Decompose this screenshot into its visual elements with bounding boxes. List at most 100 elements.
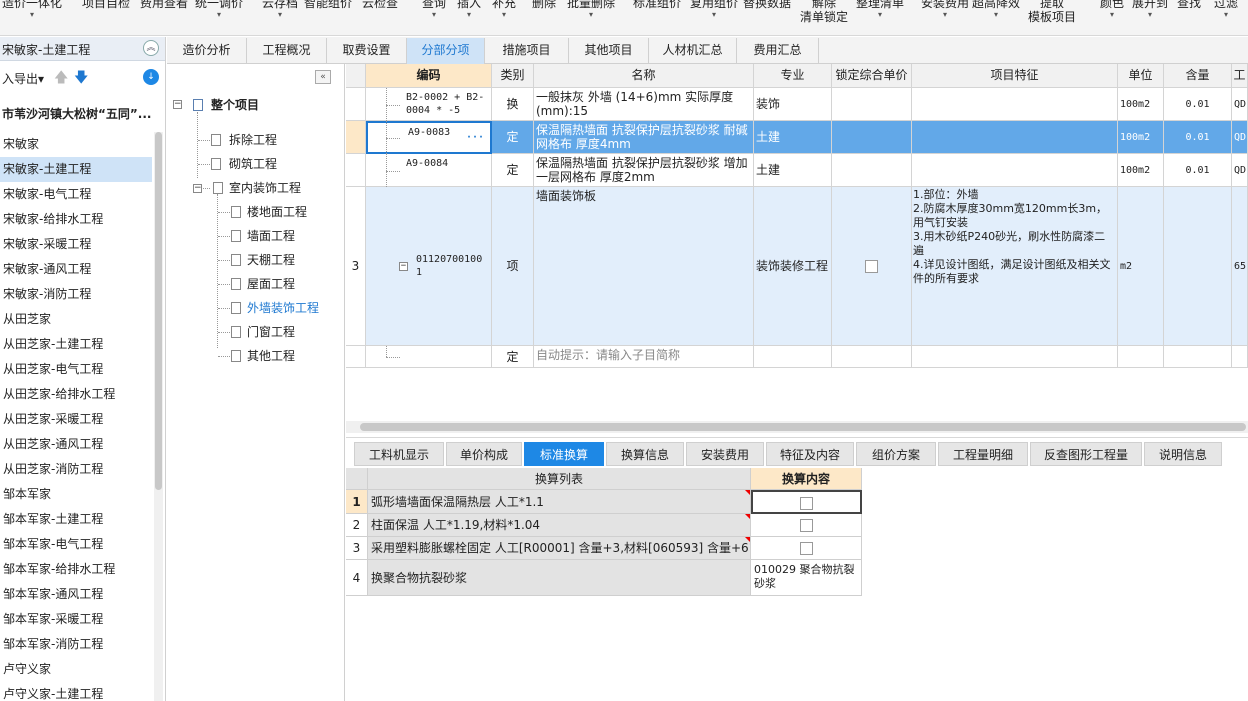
toolbar-item-3[interactable]: 统一调价 ▾ [195,0,243,20]
toolbar-item-10[interactable]: 删除 [532,0,556,10]
project-list-item[interactable]: 从田芝家-土建工程 [0,332,152,357]
tree-item[interactable]: 楼地面工程 [247,202,307,222]
grid-cell-feature[interactable] [912,154,1118,187]
conversion-content[interactable] [751,514,862,537]
tree-item[interactable]: 室内装饰工程 [229,178,301,198]
scrollbar-thumb[interactable] [155,132,162,490]
table-header-content[interactable]: 换算内容 [751,468,862,490]
grid-cell-code[interactable]: A9-0083 ··· [366,121,492,154]
project-list-item[interactable]: 邹本军家-采暖工程 [0,607,152,632]
project-list-scrollbar[interactable] [154,132,163,701]
tab-4[interactable]: 措施项目 [485,38,569,64]
collapse-toggle-icon[interactable]: − [193,184,202,193]
grid-cell-unit[interactable]: m2 [1118,187,1164,346]
grid-cell-name[interactable]: 保温隔热墙面 抗裂保护层抗裂砂浆 耐碱网格布 厚度4mm [534,121,754,154]
tab-2[interactable]: 取费设置 [327,38,407,64]
detail-tab-4[interactable]: 安装费用 [686,442,764,466]
toolbar-item-16[interactable]: 整理清单 ▾ [856,0,904,20]
project-list-item[interactable]: 从田芝家-电气工程 [0,357,152,382]
toolbar-item-13[interactable]: 复用组价 ▾ [690,0,738,20]
grid-cell-lock[interactable] [832,346,912,368]
grid-cell-code[interactable]: −011207001001🔒 [366,187,492,346]
grid-cell-unit[interactable]: 100m2 [1118,88,1164,121]
grid-header-3[interactable]: 专业 [754,64,832,88]
conversion-content[interactable]: 010029 聚合物抗裂砂浆 [751,560,862,596]
toolbar-item-1[interactable]: 项目自检 [82,0,130,10]
grid-cell-extra[interactable] [1232,346,1248,368]
conversion-item[interactable]: 柱面保温 人工*1.19,材料*1.04 [368,514,751,537]
tree-item[interactable]: 墙面工程 [247,226,295,246]
grid-cell-spec[interactable]: 土建 [754,121,832,154]
project-list-item[interactable]: 宋敏家 [0,132,152,157]
toolbar-item-6[interactable]: 云检查 [362,0,398,10]
grid-cell-extra[interactable]: QD [1232,88,1248,121]
move-down-icon[interactable]: 🡇 [74,67,88,91]
import-export-button[interactable]: 入导出▾ [2,70,44,87]
project-list-item[interactable]: 邹本军家-给排水工程 [0,557,152,582]
project-list-item[interactable]: 宋敏家-土建工程 [0,157,152,182]
project-list-item[interactable]: 邹本军家-通风工程 [0,582,152,607]
project-list-item[interactable]: 从田芝家-给排水工程 [0,382,152,407]
grid-cell-extra[interactable]: 65 [1232,187,1248,346]
tab-0[interactable]: 造价分析 [167,38,247,64]
project-list-item[interactable]: 卢守义家 [0,657,152,682]
grid-cell-spec[interactable]: 装饰装修工程 [754,187,832,346]
tree-item[interactable]: 拆除工程 [229,130,277,150]
lock-checkbox[interactable] [865,260,878,273]
collapse-up-icon[interactable]: ︽ [143,40,159,56]
project-list-item[interactable]: 卢守义家-土建工程 [0,682,152,701]
grid-cell-feature[interactable] [912,88,1118,121]
bill-code[interactable]: 011207001001 [416,253,486,279]
detail-tab-5[interactable]: 特征及内容 [766,442,854,466]
grid-cell-qty[interactable] [1164,187,1232,346]
grid-header-6[interactable]: 单位 [1118,64,1164,88]
grid-cell-feature[interactable] [912,121,1118,154]
grid-cell-qty[interactable] [1164,346,1232,368]
grid-cell-name[interactable]: 墙面装饰板 [534,187,754,346]
toolbar-item-19[interactable]: 提取 模板项目 [1028,0,1076,24]
project-list-item[interactable]: 邹本军家-电气工程 [0,532,152,557]
tab-5[interactable]: 其他项目 [569,38,649,64]
conversion-item[interactable]: 弧形墙墙面保温隔热层 人工*1.1 [368,490,751,514]
grid-header-1[interactable]: 类别 [492,64,534,88]
grid-cell-lock[interactable] [832,88,912,121]
conversion-item[interactable]: 采用塑料膨胀螺栓固定 人工[R00001] 含量+3,材料[060593] 含量… [368,537,751,560]
toolbar-item-2[interactable]: 费用查看 [140,0,188,10]
grid-header-4[interactable]: 锁定综合单价 [832,64,912,88]
conversion-item[interactable]: 换聚合物抗裂砂浆 [368,560,751,596]
grid-cell-lock[interactable] [832,187,912,346]
grid-header-5[interactable]: 项目特征 [912,64,1118,88]
toolbar-item-12[interactable]: 标准组价 [633,0,681,10]
tab-7[interactable]: 费用汇总 [737,38,819,64]
toolbar-item-18[interactable]: 超高降效 ▾ [972,0,1020,20]
tree-item[interactable]: 门窗工程 [247,322,295,342]
conversion-checkbox[interactable] [800,497,813,510]
project-list-item[interactable]: 宋敏家-电气工程 [0,182,152,207]
toolbar-item-21[interactable]: 展开到 ▾ [1132,0,1168,20]
detail-tab-2[interactable]: 标准换算 [524,442,604,466]
grid-cell-code[interactable]: B2-0002 + B2-0004 * -5 [366,88,492,121]
grid-cell-spec[interactable] [754,346,832,368]
conversion-checkbox[interactable] [799,518,813,532]
table-header-list[interactable]: 换算列表 [368,468,751,490]
tree-item[interactable]: 砌筑工程 [229,154,277,174]
detail-tab-9[interactable]: 说明信息 [1144,442,1222,466]
toolbar-item-17[interactable]: 安装费用 ▾ [921,0,969,20]
grid-cell-name[interactable]: 保温隔热墙面 抗裂保护层抗裂砂浆 增加一层网格布 厚度2mm [534,154,754,187]
grid-cell-unit[interactable]: 100m2 [1118,121,1164,154]
project-list-item[interactable]: 从田芝家-采暖工程 [0,407,152,432]
grid-cell-unit[interactable] [1118,346,1164,368]
grid-header-2[interactable]: 名称 [534,64,754,88]
tab-1[interactable]: 工程概况 [247,38,327,64]
scrollbar-thumb[interactable] [360,423,1246,431]
grid-horizontal-scrollbar[interactable] [346,421,1248,433]
conversion-content[interactable] [751,490,862,514]
grid-cell-qty[interactable]: 0.01 [1164,121,1232,154]
collapse-toggle-icon[interactable]: − [399,261,408,271]
detail-tab-7[interactable]: 工程量明细 [938,442,1028,466]
detail-tab-6[interactable]: 组价方案 [856,442,936,466]
toolbar-item-8[interactable]: 插入 ▾ [457,0,481,20]
grid-cell-lock[interactable] [832,121,912,154]
detail-tab-3[interactable]: 换算信息 [606,442,684,466]
grid-cell-feature[interactable] [912,346,1118,368]
